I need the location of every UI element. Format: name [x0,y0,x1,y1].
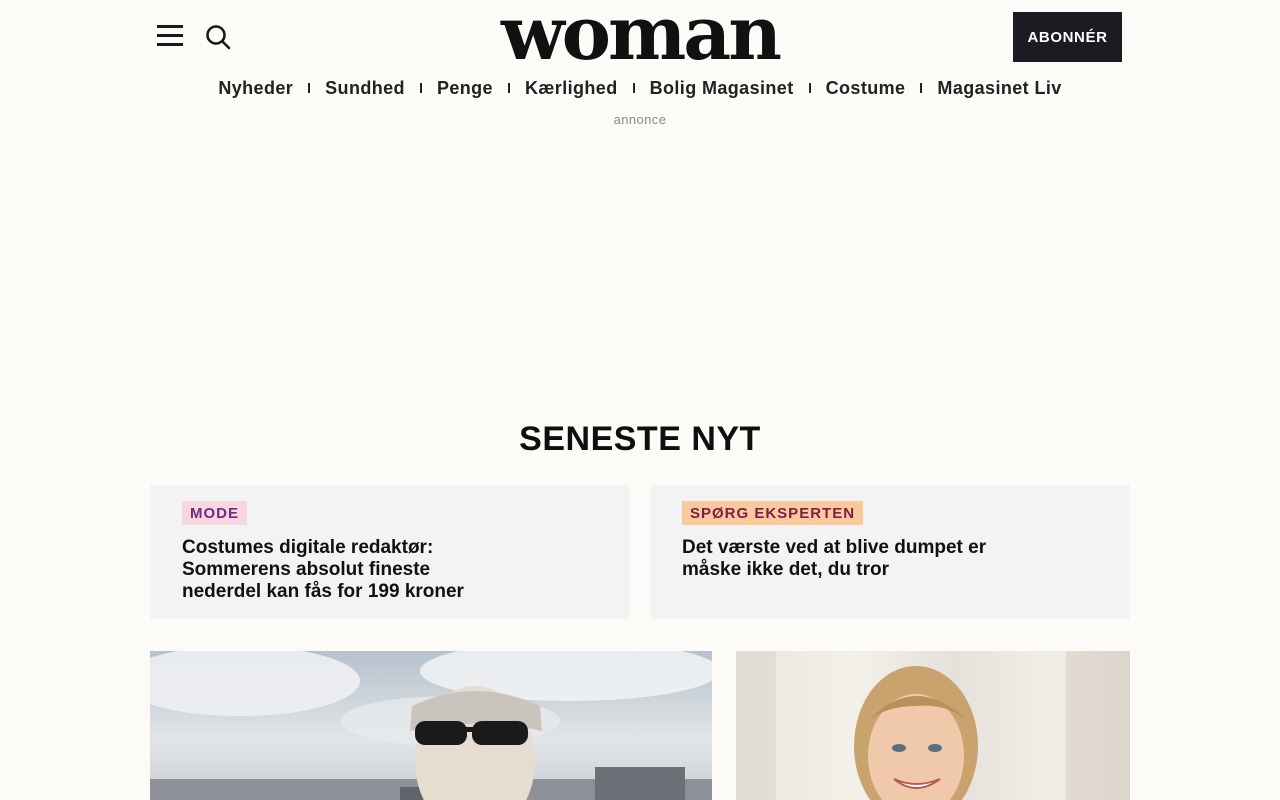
site-logo[interactable]: woman [480,0,800,74]
ad-label: annonce [613,112,667,127]
search-icon[interactable] [205,24,231,50]
subscribe-button[interactable]: ABONNÉR [1013,12,1122,62]
nav-item-kaerlighed[interactable]: Kærlighed [525,78,618,99]
nav-item-bolig-magasinet[interactable]: Bolig Magasinet [650,78,794,99]
card-headline[interactable]: Costumes digitale redaktør: Sommerens ab… [182,537,512,603]
article-image-smiling-woman[interactable] [736,651,1130,800]
category-tag[interactable]: SPØRG EKSPERTEN [682,501,864,525]
nav-divider [632,83,635,93]
nav-item-penge[interactable]: Penge [437,78,493,99]
nav-item-costume[interactable]: Costume [826,78,906,99]
main-nav: Nyheder Sundhed Penge Kærlighed Bolig Ma… [0,74,1280,102]
nav-divider [308,83,311,93]
section-title: SENESTE NYT [519,420,761,458]
nav-divider [507,83,510,93]
category-tag[interactable]: MODE [182,501,247,525]
article-image-woman-sunglasses[interactable] [150,651,712,800]
nav-divider [808,83,811,93]
card-headline[interactable]: Det værste ved at blive dumpet er måske … [682,537,1012,581]
hamburger-menu-icon[interactable] [157,25,183,47]
nav-item-nyheder[interactable]: Nyheder [218,78,293,99]
nav-divider [419,83,422,93]
nav-item-sundhed[interactable]: Sundhed [325,78,405,99]
site-header: woman ABONNÉR [0,0,1280,74]
nav-divider [920,83,923,93]
nav-item-magasinet-liv[interactable]: Magasinet Liv [937,78,1061,99]
news-card[interactable]: MODE Costumes digitale redaktør: Sommere… [150,485,630,619]
news-card[interactable]: SPØRG EKSPERTEN Det værste ved at blive … [650,485,1130,619]
